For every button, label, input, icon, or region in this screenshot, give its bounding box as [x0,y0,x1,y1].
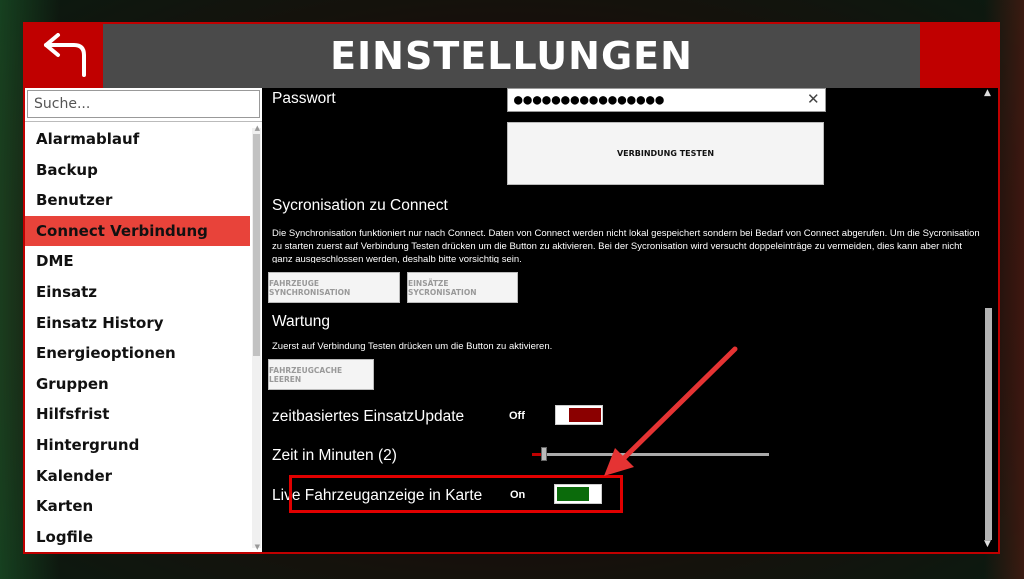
annotation-arrow-icon [604,346,738,476]
